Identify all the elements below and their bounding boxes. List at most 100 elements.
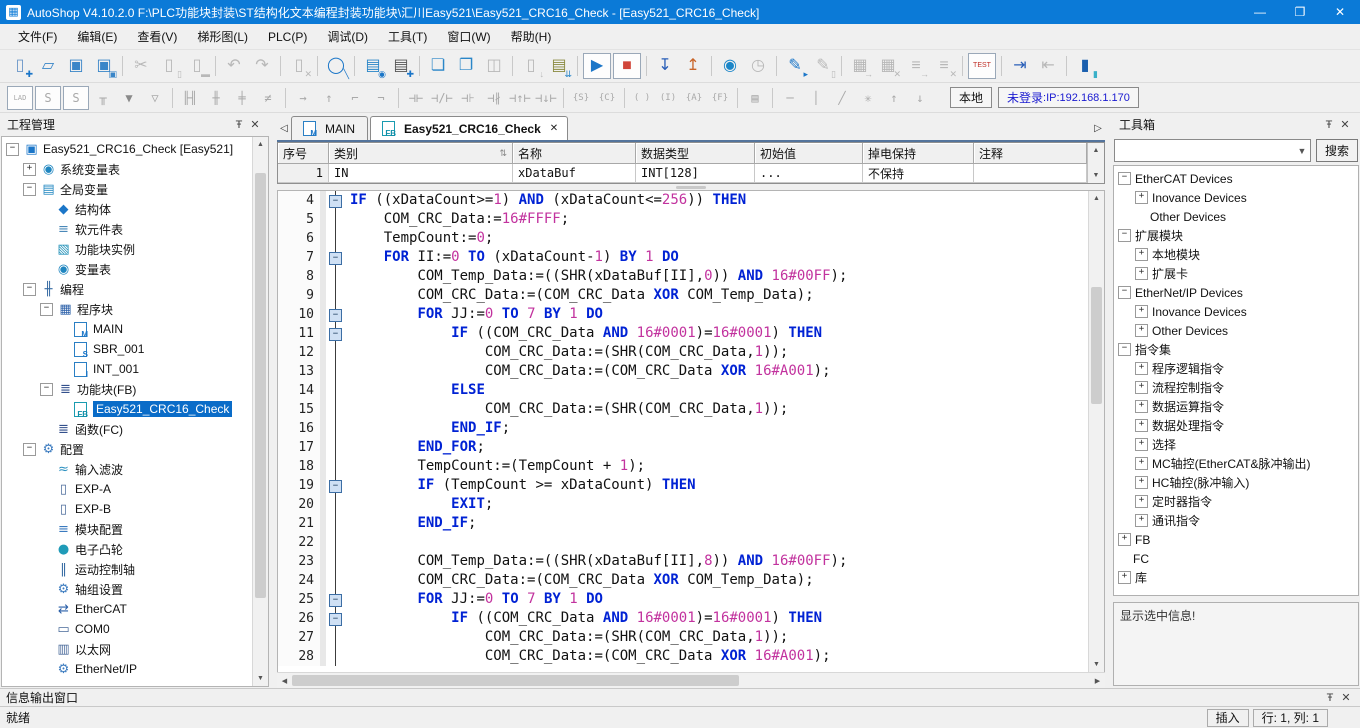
login-icon[interactable]: ⇥: [1007, 54, 1033, 78]
tree-item-EtherCAT[interactable]: ⇄EtherCAT: [2, 599, 252, 619]
expand-icon[interactable]: +: [1135, 514, 1148, 527]
hline-tool-icon[interactable]: ─: [778, 87, 802, 109]
expand-icon[interactable]: +: [1135, 400, 1148, 413]
sfc-step-icon[interactable]: S: [35, 86, 61, 110]
upload-from-plc-icon[interactable]: ↥: [680, 54, 706, 78]
local-button[interactable]: 本地: [950, 87, 992, 108]
tree-item-轴组设置[interactable]: ⚙轴组设置: [2, 579, 252, 599]
panel-close-icon[interactable]: ✕: [247, 118, 263, 131]
tree-item-HC轴控(脉冲输入)[interactable]: +HC轴控(脉冲输入): [1114, 473, 1358, 492]
pin-icon[interactable]: Ŧ: [231, 119, 247, 131]
tree-item-功能块实例[interactable]: ▧功能块实例: [2, 239, 252, 259]
menu-文件(F)[interactable]: 文件(F): [8, 24, 67, 49]
menu-编辑(E)[interactable]: 编辑(E): [67, 24, 127, 49]
move-down-icon[interactable]: ↓: [908, 87, 932, 109]
usb-test-icon[interactable]: TEST: [968, 53, 996, 79]
tree-item-INT_001[interactable]: IINT_001: [2, 359, 252, 379]
cut-icon[interactable]: ✂: [128, 54, 154, 78]
func-block-f-icon[interactable]: {F}: [708, 87, 732, 109]
tree-item-功能块(FB)[interactable]: −≣功能块(FB): [2, 379, 252, 399]
fold-marker[interactable]: −: [326, 248, 345, 267]
tab-Easy521_CRC16_Check[interactable]: FBEasy521_CRC16_Check✕: [370, 116, 568, 140]
compile-all-icon[interactable]: ▤⇊: [546, 54, 572, 78]
tree-item-通讯指令[interactable]: +通讯指令: [1114, 511, 1358, 530]
download-to-plc-icon[interactable]: ↧: [652, 54, 678, 78]
func-block-a-icon[interactable]: {A}: [682, 87, 706, 109]
expand-icon[interactable]: +: [1135, 457, 1148, 470]
tree-item-运动控制轴[interactable]: ‖运动控制轴: [2, 559, 252, 579]
tree-item-选择[interactable]: +选择: [1114, 435, 1358, 454]
save-icon[interactable]: ▣: [63, 54, 89, 78]
collapse-icon[interactable]: −: [1118, 286, 1131, 299]
menu-调试(D)[interactable]: 调试(D): [317, 24, 378, 49]
line-corner-down-icon[interactable]: ⌐: [343, 87, 367, 109]
minimize-button[interactable]: —: [1240, 0, 1280, 24]
fold-marker[interactable]: −: [326, 305, 345, 324]
tab-close-icon[interactable]: ✕: [550, 123, 558, 134]
open-folder-icon[interactable]: ▱: [35, 54, 61, 78]
collapse-icon[interactable]: −: [1118, 229, 1131, 242]
tree-item-EXP-A[interactable]: ▯EXP-A: [2, 479, 252, 499]
undo-icon[interactable]: ↶: [221, 54, 247, 78]
tree-item-结构体[interactable]: ◆结构体: [2, 199, 252, 219]
offline-edit-icon[interactable]: ✎▯: [810, 54, 836, 78]
search-button[interactable]: 搜索: [1316, 139, 1358, 162]
delete-all-lines-icon[interactable]: ✳: [856, 87, 880, 109]
contact-series-nc-icon[interactable]: ⊣∦: [482, 87, 506, 109]
monitor-icon[interactable]: ◉: [717, 54, 743, 78]
tree-item-变量表[interactable]: ◉变量表: [2, 259, 252, 279]
tree-item-电子凸轮[interactable]: ●电子凸轮: [2, 539, 252, 559]
ladder-col-add-icon[interactable]: ≠: [256, 87, 280, 109]
tree-item-数据运算指令[interactable]: +数据运算指令: [1114, 397, 1358, 416]
tree-item-EtherNet/IP[interactable]: ⚙EtherNet/IP: [2, 659, 252, 679]
expand-icon[interactable]: +: [1135, 362, 1148, 375]
arrow-down-hollow-icon[interactable]: ▽: [143, 87, 167, 109]
contact-falling-icon[interactable]: ⊣↓⊢: [534, 87, 558, 109]
expand-icon[interactable]: +: [1135, 267, 1148, 280]
contact-series-no-icon[interactable]: ⊣⊦: [456, 87, 480, 109]
collapse-icon[interactable]: −: [40, 303, 53, 316]
new-file-icon[interactable]: ▯✚: [7, 54, 33, 78]
delete-icon[interactable]: ▯✕: [286, 54, 312, 78]
panel-close-icon[interactable]: ✕: [1338, 691, 1354, 704]
table-cell[interactable]: xDataBuf: [513, 164, 636, 183]
tree-item-SBR_001[interactable]: SSBR_001: [2, 339, 252, 359]
expand-icon[interactable]: +: [1135, 438, 1148, 451]
tree-item-Other Devices[interactable]: +Other Devices: [1114, 321, 1358, 340]
tree-item-配置[interactable]: −⚙配置: [2, 439, 252, 459]
tree-item-软元件表[interactable]: ≡软元件表: [2, 219, 252, 239]
window-cascade-icon[interactable]: ❏: [425, 54, 451, 78]
table-cell[interactable]: INT[128]: [636, 164, 755, 183]
column-header-初始值[interactable]: 初始值: [755, 143, 863, 164]
table-cell[interactable]: 不保持: [863, 164, 974, 183]
expand-icon[interactable]: +: [1135, 305, 1148, 318]
table-cell[interactable]: ...: [755, 164, 863, 183]
tree-item-指令集[interactable]: −指令集: [1114, 340, 1358, 359]
tree-item-本地模块[interactable]: +本地模块: [1114, 245, 1358, 264]
row-insert-icon[interactable]: ≡→: [903, 54, 929, 78]
tree-item-扩展卡[interactable]: +扩展卡: [1114, 264, 1358, 283]
expand-icon[interactable]: +: [1118, 571, 1131, 584]
tab-scroll-right[interactable]: ▷: [1091, 118, 1105, 138]
column-header-数据类型[interactable]: 数据类型: [636, 143, 755, 164]
logout-icon[interactable]: ⇤: [1035, 54, 1061, 78]
redo-icon[interactable]: ↷: [249, 54, 275, 78]
expand-icon[interactable]: +: [23, 163, 36, 176]
coil-inverse-icon[interactable]: (I): [656, 87, 680, 109]
fold-marker[interactable]: −: [326, 476, 345, 495]
scroll-up-icon[interactable]: ▲: [1089, 143, 1104, 158]
tree-item-Easy521_CRC16_Check [Easy521][interactable]: −▣Easy521_CRC16_Check [Easy521]: [2, 139, 252, 159]
collapse-icon[interactable]: −: [23, 183, 36, 196]
expand-icon[interactable]: +: [1135, 191, 1148, 204]
fold-marker[interactable]: −: [326, 590, 345, 609]
collapse-icon[interactable]: −: [23, 443, 36, 456]
tree-item-MAIN[interactable]: MMAIN: [2, 319, 252, 339]
ladder-col-insert-icon[interactable]: ╪: [230, 87, 254, 109]
tree-item-数据处理指令[interactable]: +数据处理指令: [1114, 416, 1358, 435]
table-cell[interactable]: IN: [329, 164, 513, 183]
oscilloscope-icon[interactable]: ◷: [745, 54, 771, 78]
scroll-down-icon[interactable]: ▼: [1089, 657, 1104, 672]
close-button[interactable]: ✕: [1320, 0, 1360, 24]
panel-close-icon[interactable]: ✕: [1337, 118, 1353, 131]
column-header-注释[interactable]: 注释: [974, 143, 1087, 164]
